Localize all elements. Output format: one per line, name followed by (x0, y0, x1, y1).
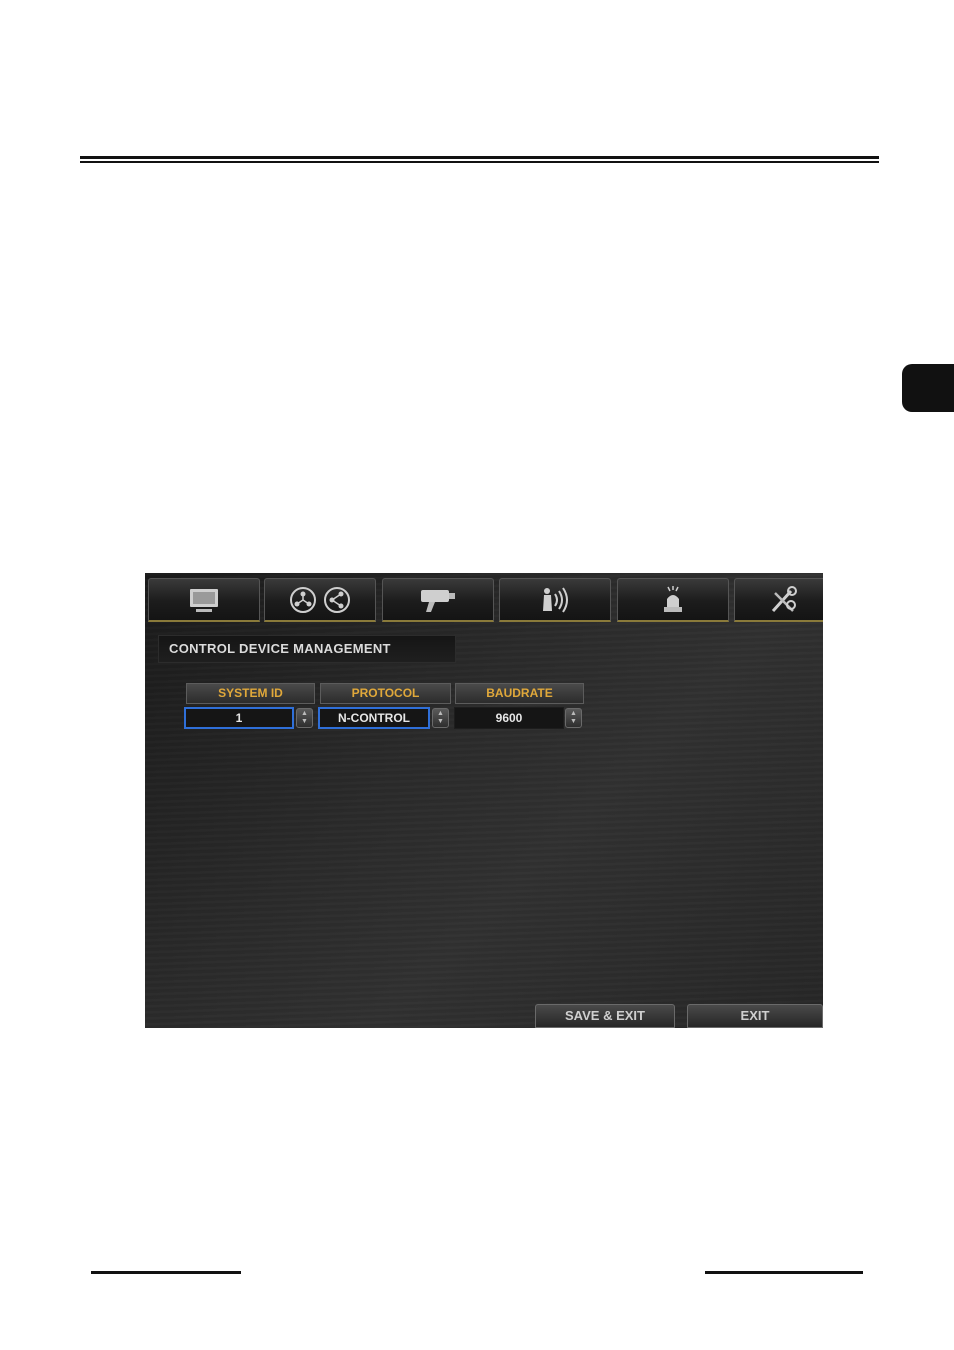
section-title: CONTROL DEVICE MANAGEMENT (158, 635, 456, 663)
save-exit-button[interactable]: SAVE & EXIT (535, 1004, 675, 1028)
header-rule-thick (80, 156, 879, 159)
audio-icon (543, 586, 568, 613)
alarm-icon (664, 585, 682, 612)
tab-audio[interactable] (499, 578, 611, 622)
system-id-header: SYSTEM ID (186, 683, 315, 704)
spinner-up-icon: ▲ (437, 710, 444, 717)
footer-rule-right (705, 1271, 863, 1274)
protocol-header: PROTOCOL (320, 683, 451, 704)
spinner-up-icon: ▲ (301, 710, 308, 717)
footer-rule-left (91, 1271, 241, 1274)
chapter-side-tab (902, 364, 954, 412)
tab-system[interactable] (734, 578, 823, 622)
camera-icon (421, 589, 455, 612)
baudrate-field[interactable]: 9600 (454, 707, 564, 729)
tab-network[interactable] (264, 578, 376, 622)
spinner-down-icon: ▼ (437, 718, 444, 725)
tab-display[interactable] (148, 578, 260, 622)
system-id-spinner[interactable]: ▲ ▼ (296, 708, 313, 728)
menu-tab-bar (145, 573, 823, 625)
tab-alarm[interactable] (617, 578, 729, 622)
spinner-down-icon: ▼ (570, 718, 577, 725)
system-id-field[interactable]: 1 (184, 707, 294, 729)
tab-camera[interactable] (382, 578, 494, 622)
dvr-setup-screen: CONTROL DEVICE MANAGEMENT SYSTEM ID PROT… (145, 573, 823, 1028)
spinner-down-icon: ▼ (301, 718, 308, 725)
protocol-spinner[interactable]: ▲ ▼ (432, 708, 449, 728)
spinner-up-icon: ▲ (570, 710, 577, 717)
header-rule-thin (80, 161, 879, 163)
baudrate-spinner[interactable]: ▲ ▼ (565, 708, 582, 728)
exit-button[interactable]: EXIT (687, 1004, 823, 1028)
tools-icon (771, 585, 797, 612)
network-icon (290, 586, 350, 613)
protocol-field[interactable]: N-CONTROL (318, 707, 430, 729)
monitor-icon (190, 588, 218, 612)
baudrate-header: BAUDRATE (455, 683, 584, 704)
